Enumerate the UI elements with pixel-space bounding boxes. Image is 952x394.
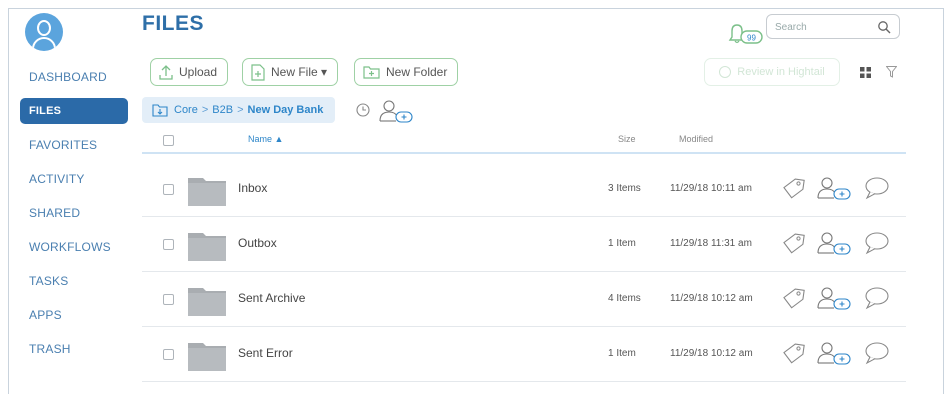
review-label: Review in Hightail — [737, 66, 825, 78]
new-file-button[interactable]: New File ▾ — [242, 58, 339, 86]
breadcrumb-separator: > — [237, 104, 244, 116]
sidebar-item-tasks[interactable]: TASKS — [20, 268, 128, 294]
page-title: FILES — [142, 12, 205, 35]
row-checkbox[interactable] — [163, 349, 174, 360]
column-name[interactable]: Name ▲ — [248, 134, 283, 144]
share-user-icon[interactable] — [816, 231, 852, 255]
file-name[interactable]: Sent Archive — [238, 291, 305, 305]
share-user-icon[interactable] — [378, 99, 414, 123]
file-modified: 11/29/18 10:12 am — [670, 348, 753, 359]
sidebar-item-workflows[interactable]: WORKFLOWS — [20, 234, 128, 260]
sidebar-item-activity[interactable]: ACTIVITY — [20, 166, 128, 192]
folder-down-icon — [152, 104, 168, 117]
search-box — [766, 14, 900, 39]
breadcrumb-current: New Day Bank — [247, 104, 324, 116]
share-user-icon[interactable] — [816, 176, 852, 200]
folder-icon — [188, 343, 226, 371]
hightail-icon — [719, 66, 732, 78]
folder-icon — [188, 233, 226, 261]
comment-icon[interactable] — [864, 176, 890, 200]
tag-icon[interactable] — [782, 286, 806, 310]
review-in-hightail-button[interactable]: Review in Hightail — [704, 58, 840, 86]
new-folder-icon — [363, 66, 380, 79]
file-modified: 11/29/18 10:12 am — [670, 293, 753, 304]
folder-icon — [188, 288, 226, 316]
new-folder-label: New Folder — [386, 65, 448, 79]
table-row[interactable]: Sent Archive 4 Items 11/29/18 10:12 am — [142, 272, 906, 327]
upload-label: Upload — [179, 65, 218, 79]
file-name[interactable]: Outbox — [238, 236, 277, 250]
grid-view-icon[interactable] — [860, 67, 871, 78]
file-size: 3 Items — [608, 183, 641, 194]
column-size[interactable]: Size — [618, 134, 636, 144]
file-modified: 11/29/18 10:11 am — [670, 183, 752, 194]
row-checkbox[interactable] — [163, 294, 174, 305]
search-input[interactable] — [775, 19, 871, 35]
file-modified: 11/29/18 11:31 am — [670, 238, 752, 249]
tag-icon[interactable] — [782, 341, 806, 365]
breadcrumb-core[interactable]: Core — [174, 104, 198, 116]
column-modified[interactable]: Modified — [679, 134, 713, 144]
clock-icon[interactable] — [356, 103, 370, 117]
notification-count: 99 — [747, 34, 756, 43]
filter-icon[interactable] — [886, 66, 897, 78]
new-file-label: New File ▾ — [271, 65, 328, 79]
breadcrumb-separator: > — [201, 104, 209, 116]
upload-button[interactable]: Upload — [150, 58, 229, 86]
file-size: 1 Item — [608, 238, 636, 249]
table-header: Name ▲ Size Modified — [142, 128, 906, 154]
breadcrumb-b2b[interactable]: B2B — [212, 104, 233, 116]
user-avatar[interactable] — [25, 13, 63, 51]
file-name[interactable]: Sent Error — [238, 346, 293, 360]
sidebar-item-favorites[interactable]: FAVORITES — [20, 132, 128, 158]
tag-icon[interactable] — [782, 231, 806, 255]
table-row[interactable]: Outbox 1 Item 11/29/18 11:31 am — [142, 217, 906, 272]
new-folder-button[interactable]: New Folder — [354, 58, 459, 86]
file-size: 1 Item — [608, 348, 636, 359]
share-user-icon[interactable] — [816, 341, 852, 365]
sidebar-item-apps[interactable]: APPS — [20, 302, 128, 328]
row-checkbox[interactable] — [163, 239, 174, 250]
sidebar-nav: DASHBOARD FILES FAVORITES ACTIVITY SHARE… — [20, 64, 128, 370]
comment-icon[interactable] — [864, 286, 890, 310]
table-row[interactable]: Sent Error 1 Item 11/29/18 10:12 am — [142, 327, 906, 382]
bell-icon[interactable]: 99 — [726, 20, 764, 46]
breadcrumb: Core > B2B > New Day Bank — [142, 97, 336, 123]
row-checkbox[interactable] — [163, 184, 174, 195]
select-all-checkbox[interactable] — [163, 135, 174, 146]
sidebar-item-trash[interactable]: TRASH — [20, 336, 128, 362]
sidebar-item-dashboard[interactable]: DASHBOARD — [20, 64, 128, 90]
new-file-icon — [251, 63, 265, 81]
table-row[interactable]: Inbox 3 Items 11/29/18 10:11 am — [142, 162, 906, 217]
tag-icon[interactable] — [782, 176, 806, 200]
search-icon[interactable] — [877, 20, 891, 34]
upload-icon — [159, 65, 173, 80]
sidebar-item-shared[interactable]: SHARED — [20, 200, 128, 226]
comment-icon[interactable] — [864, 341, 890, 365]
file-size: 4 Items — [608, 293, 641, 304]
sidebar-item-files[interactable]: FILES — [20, 98, 128, 124]
file-name[interactable]: Inbox — [238, 181, 267, 195]
share-user-icon[interactable] — [816, 286, 852, 310]
folder-icon — [188, 178, 226, 206]
comment-icon[interactable] — [864, 231, 890, 255]
